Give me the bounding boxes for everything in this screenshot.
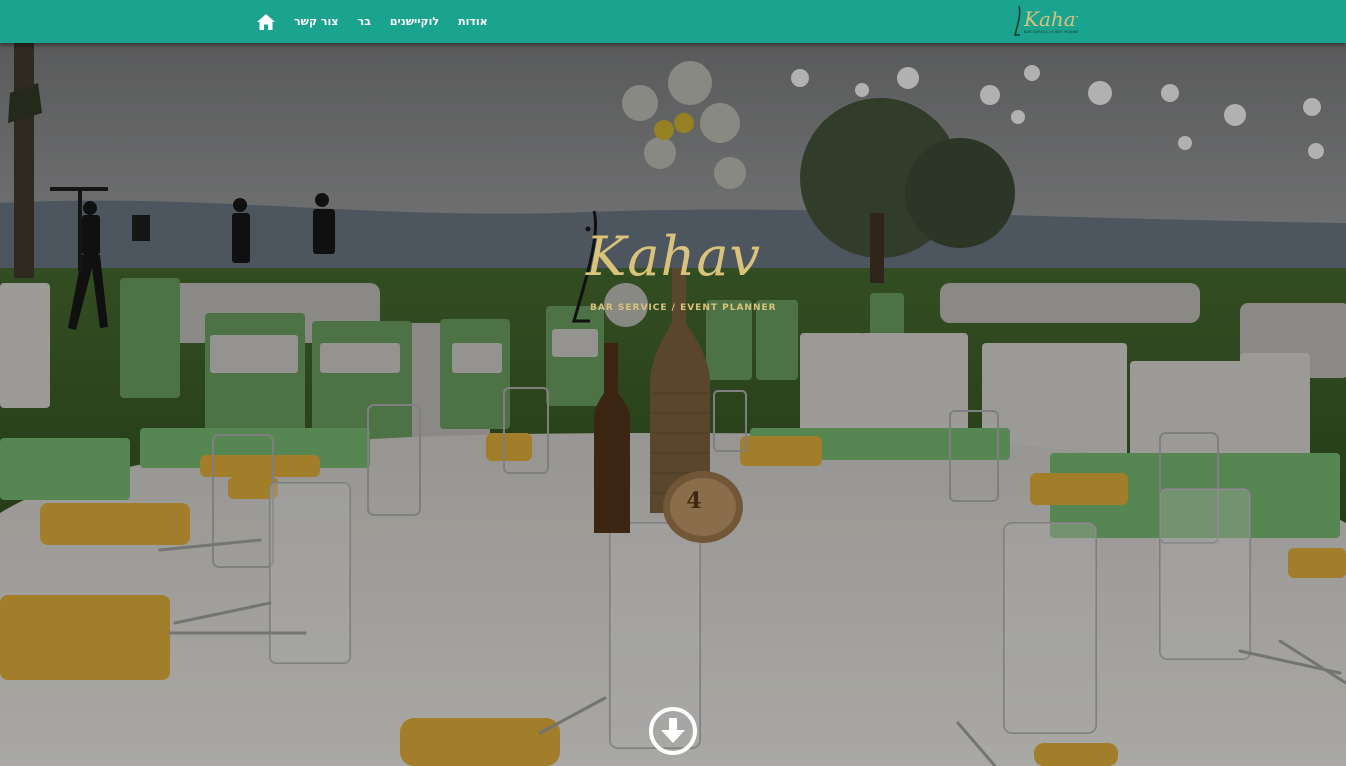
- nav-item-about[interactable]: אודות: [458, 15, 488, 28]
- kahav-logo[interactable]: Kahav BAR SERVICE / EVENT PLANNER: [1012, 2, 1088, 40]
- hero-logo-tagline: BAR SERVICE / EVENT PLANNER: [590, 303, 777, 313]
- arrow-down-circle-icon[interactable]: [648, 706, 698, 756]
- hero-background: 4 Kahav BAR SERVICE / EVENT PLANNER: [0, 43, 1346, 766]
- home-icon[interactable]: [256, 12, 276, 32]
- nav-menu: צור קשר בר לוקיישנים אודות: [256, 0, 507, 43]
- nav-item-bar[interactable]: בר: [357, 15, 370, 28]
- top-navbar: צור קשר בר לוקיישנים אודות Kahav BAR SER…: [0, 0, 1346, 43]
- svg-text:BAR SERVICE / EVENT PLANNER: BAR SERVICE / EVENT PLANNER: [1024, 30, 1078, 34]
- hero-logo: Kahav BAR SERVICE / EVENT PLANNER: [560, 203, 790, 343]
- svg-text:Kahav: Kahav: [1023, 7, 1078, 31]
- nav-item-contact[interactable]: צור קשר: [294, 15, 338, 28]
- event-photo: [0, 43, 1346, 766]
- nav-item-locations[interactable]: לוקיישנים: [390, 15, 439, 28]
- table-number: 4: [686, 488, 702, 514]
- hero-logo-text: Kahav: [586, 225, 762, 288]
